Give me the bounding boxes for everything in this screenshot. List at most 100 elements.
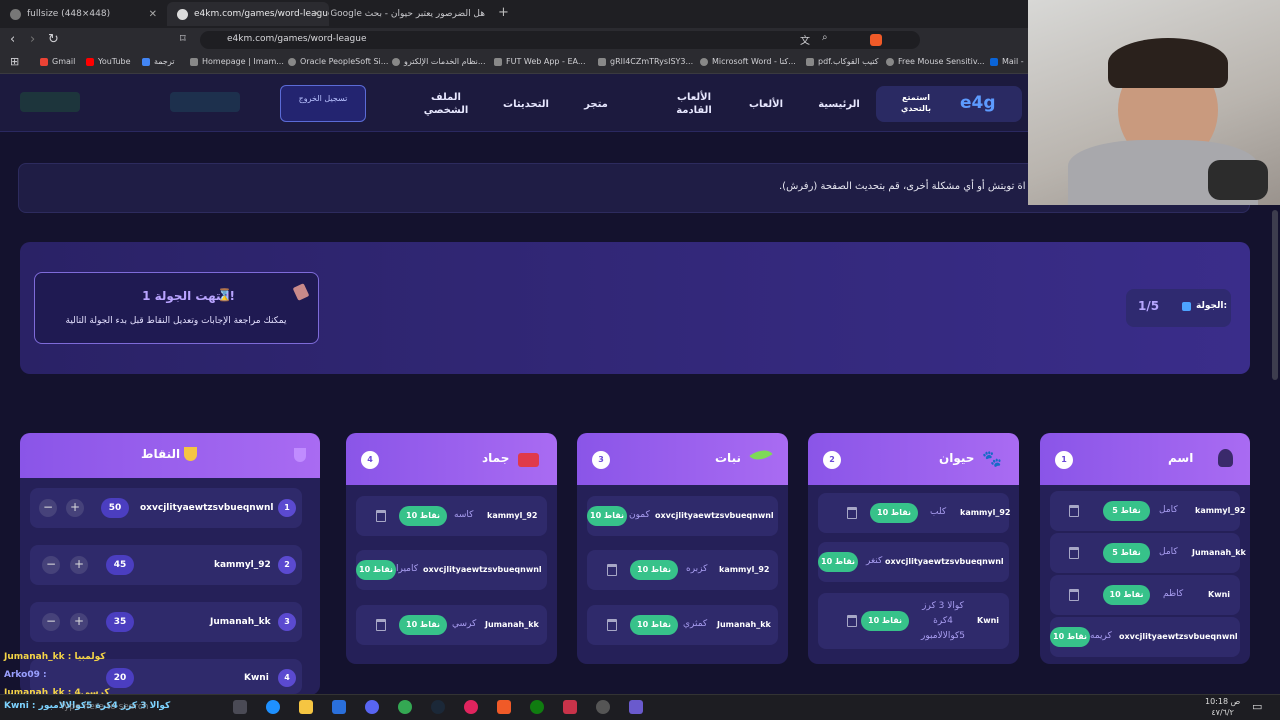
zoom-icon[interactable]: ⌕ (822, 32, 828, 43)
bookmark-grli[interactable]: gRlI4CZmTRysISY3... (598, 57, 693, 66)
app-icon[interactable] (464, 700, 478, 714)
new-tab-icon[interactable]: + (498, 5, 509, 20)
task-view-icon[interactable] (233, 700, 247, 714)
round-finished-card: انتهت الجولة 1! ⌛ يمكنك مراجعة الإجابات … (34, 272, 319, 344)
forward-icon[interactable]: › (30, 32, 35, 47)
answer-row: 5 نقاط كامل kammyl_92 (1050, 491, 1245, 531)
app-icon[interactable] (563, 700, 577, 714)
close-icon[interactable]: ✕ (149, 9, 157, 20)
toolbox-icon (518, 453, 539, 467)
bookmark-fut[interactable]: FUT Web App - EA... (494, 57, 586, 66)
score-row: − + 50 oxvcjlityaewtzsvbueqnwnl 1 (30, 488, 302, 528)
brave-icon[interactable] (870, 34, 882, 46)
answer-row: 10 نقاط كوالا 3 كرز 4كرة 5كوالالامبور Kw… (818, 593, 1009, 649)
app-icon[interactable] (629, 700, 643, 714)
plus-button[interactable]: + (66, 499, 84, 517)
steam-icon[interactable] (431, 700, 445, 714)
nav-updates[interactable]: التحديثات (500, 98, 552, 111)
trash-icon[interactable] (607, 564, 617, 576)
microphone (1208, 160, 1268, 200)
streamer-hair (1108, 38, 1228, 88)
taskbar-search[interactable]: Type here to search (60, 702, 148, 712)
webcam-overlay (1028, 0, 1280, 205)
logout-button[interactable]: تسجيل الخروج (280, 85, 366, 122)
nav-home[interactable]: الرئيسية (816, 98, 862, 111)
chrome-icon[interactable] (398, 700, 412, 714)
brand-tagline: استمتع بالتحدي (901, 93, 931, 113)
tab-google-search[interactable]: هل الضرصور يعتبر حيوان - بحث Google (331, 2, 495, 26)
mail-icon[interactable] (332, 700, 346, 714)
bookmark-word[interactable]: Microsoft Word - كتا... (700, 57, 796, 66)
trash-icon[interactable] (847, 507, 857, 519)
bookmark-oracle[interactable]: Oracle PeopleSoft Si... (288, 57, 388, 66)
trash-icon[interactable] (1069, 547, 1079, 559)
clock[interactable]: 10:18 ص ٤٧/٦/٢ (1205, 696, 1240, 718)
round-counter: 1/5 الجولة: (1126, 289, 1231, 327)
round-finished-title: انتهت الجولة 1! (142, 289, 235, 303)
brand-block[interactable]: استمتع بالتحدي e4g (876, 86, 1022, 122)
trash-icon[interactable] (376, 619, 386, 631)
chat-line: Jumanah_kk : كولمبيا (4, 652, 106, 662)
nav-games[interactable]: الألعاب (744, 98, 788, 111)
file-explorer-icon[interactable] (299, 700, 313, 714)
answer-row: 5 نقاط كامل Jumanah_kk (1050, 533, 1246, 573)
image-icon (10, 8, 21, 20)
chat-line: Arko09 : (4, 670, 47, 680)
minus-button[interactable]: − (42, 556, 60, 574)
xbox-icon[interactable] (530, 700, 544, 714)
notification-icon[interactable]: ▭ (1252, 700, 1262, 713)
edge-icon[interactable] (266, 700, 280, 714)
bookmark-services[interactable]: نظام الخدمات الإلكترو... (392, 57, 486, 66)
answer-row: 10 نقاط كلب kammyl_92 (818, 493, 1010, 533)
category-card-object: 4 جماد 10 نقاط كاسه kammyl_92 10 نقاط كا… (346, 433, 557, 664)
back-icon[interactable]: ‹ (10, 32, 15, 47)
trash-icon[interactable] (847, 615, 857, 627)
minus-button[interactable]: − (39, 499, 57, 517)
windows-taskbar: Kwni : كوالا 3 كرز 4كرة 5كوالالامبور Typ… (0, 694, 1280, 720)
nav-store[interactable]: متجر (580, 98, 612, 111)
tab-word-league[interactable]: e4km.com/games/word-league ✕ (167, 2, 329, 26)
score-row: − + 45 kammyl_92 2 (30, 545, 302, 585)
obs-icon[interactable] (596, 700, 610, 714)
trash-icon[interactable] (376, 510, 386, 522)
scrollbar[interactable] (1272, 210, 1278, 380)
minus-button[interactable]: − (42, 613, 60, 631)
bookmark-translate[interactable]: ترجمة (142, 57, 175, 66)
plus-button[interactable]: + (70, 613, 88, 631)
bookmark-homepage[interactable]: Homepage | Imam... (190, 57, 284, 66)
brave-icon[interactable] (497, 700, 511, 714)
trophy-outline-icon (294, 448, 306, 462)
logo: e4g (960, 93, 996, 113)
bookmark-mouse[interactable]: Free Mouse Sensitiv... (886, 57, 985, 66)
bookmark-vocab[interactable]: pdf.كتيب القوكاب (806, 57, 879, 66)
nav-profile[interactable]: الملف الشخصي (420, 91, 472, 117)
translate-icon[interactable]: 文 (800, 32, 810, 47)
answer-row: 10 نقاط كمثري Jumanah_kk (587, 605, 778, 645)
bookmark-icon[interactable]: ⌑ (180, 32, 186, 45)
trash-icon[interactable] (1069, 505, 1079, 517)
trash-icon[interactable] (1069, 589, 1079, 601)
trash-icon[interactable] (607, 619, 617, 631)
reload-icon[interactable]: ↻ (48, 32, 59, 47)
calendar-icon (1182, 302, 1191, 311)
tab-fullsize[interactable]: fullsize (448×448) ✕ (0, 2, 165, 26)
bookmark-mail[interactable]: Mail - (990, 57, 1024, 66)
pin-icon (292, 283, 310, 301)
card-title: جماد (482, 451, 510, 465)
nav-upcoming-games[interactable]: الألعاب القادمة (670, 91, 718, 117)
score-row: − + 35 Jumanah_kk 3 (30, 602, 302, 642)
bookmark-youtube[interactable]: YouTube (86, 57, 131, 66)
answer-row: 10 نقاط كاظم Kwni (1050, 575, 1240, 615)
bookmark-gmail[interactable]: Gmail (40, 57, 75, 66)
url-field[interactable]: e4km.com/games/word-league (200, 31, 920, 49)
plus-button[interactable]: + (70, 556, 88, 574)
apps-icon[interactable]: ⊞ (10, 55, 19, 68)
blurred-item (20, 92, 80, 112)
category-card-plant: 3 نبات 10 نقاط كمون oxvcjlityaewtzsvbueq… (577, 433, 788, 664)
scoreboard-title: النقاط (141, 447, 181, 461)
close-icon[interactable]: ✕ (313, 9, 321, 20)
discord-icon[interactable] (365, 700, 379, 714)
card-title: اسم (1168, 451, 1194, 465)
round-finished-desc: يمكنك مراجعة الإجابات وتعديل النقاط قبل … (65, 316, 287, 326)
answer-row: 10 نقاط كزبره kammyl_92 (587, 550, 778, 590)
